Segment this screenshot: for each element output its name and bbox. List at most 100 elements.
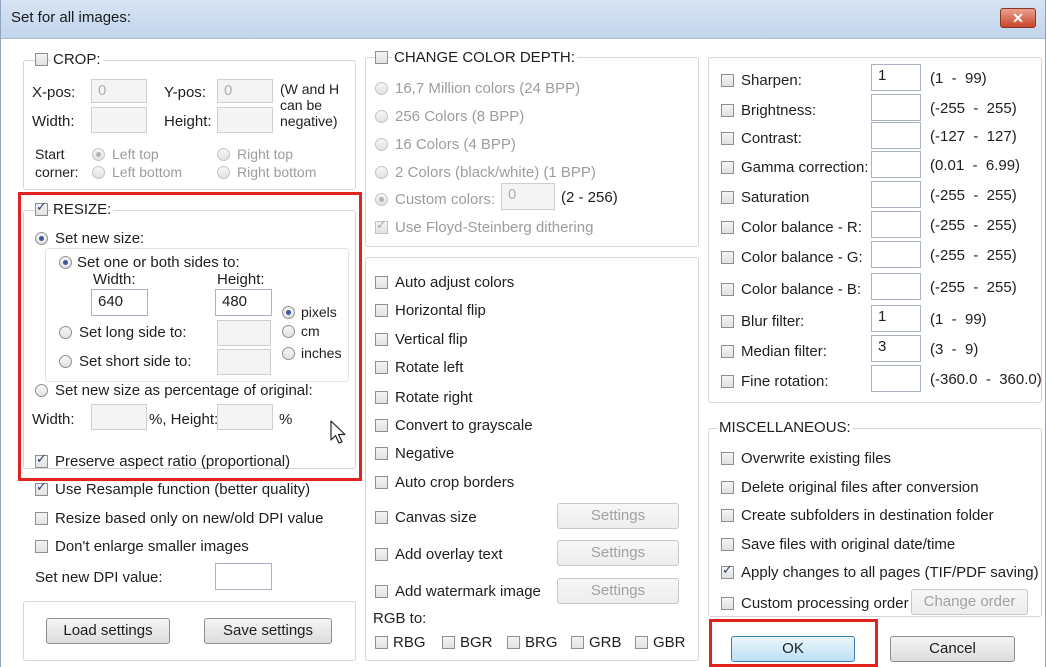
saturation-input[interactable] (871, 181, 921, 208)
overlay-settings-button[interactable]: Settings (557, 540, 679, 566)
sharpen-input[interactable]: 1 (871, 64, 921, 91)
custom-colors-radio[interactable] (375, 193, 388, 206)
auto-crop-checkbox[interactable] (375, 476, 388, 489)
grayscale-checkbox[interactable] (375, 419, 388, 432)
dialog-title: Set for all images: (11, 9, 132, 26)
rgb-brg-checkbox[interactable] (507, 636, 520, 649)
depth-8bpp-label: 256 Colors (8 BPP) (395, 108, 525, 125)
delete-originals-checkbox[interactable] (721, 481, 734, 494)
depth-1bpp-label: 2 Colors (black/white) (1 BPP) (395, 164, 596, 181)
right-top-radio[interactable] (217, 148, 230, 161)
close-button[interactable]: ✕ (1000, 8, 1036, 28)
change-order-button[interactable]: Change order (911, 589, 1028, 615)
canvas-settings-button[interactable]: Settings (557, 503, 679, 529)
median-filter-input[interactable]: 3 (871, 335, 921, 362)
color-depth-checkbox[interactable] (375, 51, 388, 64)
load-settings-button[interactable]: Load settings (46, 618, 170, 644)
horizontal-flip-label: Horizontal flip (395, 302, 486, 319)
rgb-gbr-checkbox[interactable] (635, 636, 648, 649)
rgb-grb-checkbox[interactable] (571, 636, 584, 649)
depth-24bpp-radio[interactable] (375, 82, 388, 95)
brightness-checkbox[interactable] (721, 104, 734, 117)
depth-8bpp-radio[interactable] (375, 110, 388, 123)
auto-adjust-checkbox[interactable] (375, 276, 388, 289)
overlay-text-checkbox[interactable] (375, 548, 388, 561)
right-bottom-radio[interactable] (217, 166, 230, 179)
color-balance-b-checkbox[interactable] (721, 283, 734, 296)
depth-1bpp-radio[interactable] (375, 166, 388, 179)
delete-originals-label: Delete original files after conversion (741, 479, 979, 496)
crop-width-label: Width: (32, 113, 75, 130)
apply-all-pages-label: Apply changes to all pages (TIF/PDF savi… (741, 564, 1039, 581)
watermark-checkbox[interactable] (375, 585, 388, 598)
blur-filter-label: Blur filter: (741, 313, 805, 330)
brightness-input[interactable] (871, 94, 921, 121)
rgb-bgr-checkbox[interactable] (442, 636, 455, 649)
custom-colors-label: Custom colors: (395, 191, 496, 208)
rotate-left-checkbox[interactable] (375, 361, 388, 374)
xpos-input[interactable]: 0 (91, 79, 147, 103)
color-balance-r-label: Color balance - R: (741, 219, 862, 236)
crop-checkbox[interactable] (35, 53, 48, 66)
ypos-input[interactable]: 0 (217, 79, 273, 103)
median-filter-range: (3 - 9) (930, 341, 979, 358)
overwrite-checkbox[interactable] (721, 452, 734, 465)
blur-filter-range: (1 - 99) (930, 311, 987, 328)
custom-order-checkbox[interactable] (721, 597, 734, 610)
sharpen-checkbox[interactable] (721, 74, 734, 87)
save-settings-button[interactable]: Save settings (204, 618, 332, 644)
left-top-radio[interactable] (92, 148, 105, 161)
cancel-button[interactable]: Cancel (890, 636, 1015, 662)
contrast-checkbox[interactable] (721, 132, 734, 145)
title-bar: Set for all images: ✕ (1, 0, 1045, 39)
saturation-checkbox[interactable] (721, 191, 734, 204)
depth-24bpp-label: 16,7 Million colors (24 BPP) (395, 80, 581, 97)
color-balance-r-input[interactable] (871, 211, 921, 238)
crop-label: CROP: (51, 51, 103, 68)
rotate-right-checkbox[interactable] (375, 391, 388, 404)
dont-enlarge-checkbox[interactable] (35, 540, 48, 553)
auto-adjust-label: Auto adjust colors (395, 274, 515, 291)
vertical-flip-checkbox[interactable] (375, 333, 388, 346)
sharpen-label: Sharpen: (741, 72, 802, 89)
median-filter-checkbox[interactable] (721, 345, 734, 358)
dpi-input[interactable] (215, 563, 272, 590)
misc-label: MISCELLANEOUS: (717, 419, 853, 436)
grayscale-label: Convert to grayscale (395, 417, 533, 434)
color-depth-label: CHANGE COLOR DEPTH: (392, 49, 577, 66)
color-balance-r-checkbox[interactable] (721, 221, 734, 234)
sharpen-range: (1 - 99) (930, 70, 987, 87)
watermark-settings-button[interactable]: Settings (557, 578, 679, 604)
left-bottom-radio[interactable] (92, 166, 105, 179)
color-balance-b-input[interactable] (871, 273, 921, 300)
dithering-label: Use Floyd-Steinberg dithering (395, 219, 594, 236)
color-balance-r-range: (-255 - 255) (930, 217, 1017, 234)
custom-colors-input[interactable]: 0 (501, 183, 555, 210)
gamma-correction-input[interactable] (871, 151, 921, 178)
crop-width-input[interactable] (91, 107, 147, 133)
color-balance-g-checkbox[interactable] (721, 251, 734, 264)
dpi-only-label: Resize based only on new/old DPI value (55, 510, 324, 527)
crop-height-input[interactable] (217, 107, 273, 133)
contrast-range: (-127 - 127) (930, 128, 1017, 145)
negative-checkbox[interactable] (375, 447, 388, 460)
use-resample-checkbox[interactable] (35, 480, 48, 496)
contrast-input[interactable] (871, 122, 921, 149)
depth-4bpp-radio[interactable] (375, 138, 388, 151)
canvas-size-checkbox[interactable] (375, 511, 388, 524)
dpi-only-checkbox[interactable] (35, 512, 48, 525)
rgb-rbg-checkbox[interactable] (375, 636, 388, 649)
dithering-checkbox[interactable] (375, 218, 388, 234)
blur-filter-checkbox[interactable] (721, 315, 734, 328)
create-subfolders-checkbox[interactable] (721, 509, 734, 522)
set-dpi-label: Set new DPI value: (35, 569, 163, 586)
apply-all-pages-checkbox[interactable] (721, 563, 734, 579)
rgb-bgr-label: BGR (460, 634, 493, 651)
fine-rotation-input[interactable] (871, 365, 921, 392)
blur-filter-input[interactable]: 1 (871, 305, 921, 332)
fine-rotation-checkbox[interactable] (721, 375, 734, 388)
gamma-correction-checkbox[interactable] (721, 161, 734, 174)
horizontal-flip-checkbox[interactable] (375, 304, 388, 317)
color-balance-g-input[interactable] (871, 241, 921, 268)
save-date-checkbox[interactable] (721, 538, 734, 551)
